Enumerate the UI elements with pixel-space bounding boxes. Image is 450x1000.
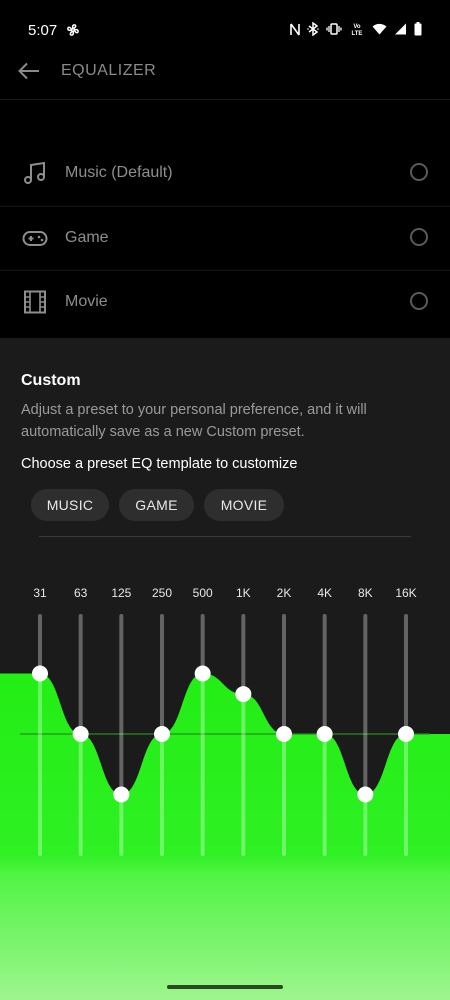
eq-slider-handle[interactable]	[235, 686, 252, 703]
fan-icon	[66, 23, 80, 42]
eq-slider-handle[interactable]	[316, 726, 333, 742]
preset-item-movie[interactable]: Movie	[0, 271, 450, 335]
eq-band-label: 31	[33, 586, 47, 600]
eq-band-label: 4K	[317, 586, 332, 600]
nfc-icon	[290, 23, 300, 36]
preset-item-game[interactable]: Game	[0, 207, 450, 271]
vibrate-icon	[326, 23, 342, 35]
preset-label: Game	[65, 229, 109, 246]
battery-icon	[414, 22, 422, 36]
app-header: EQUALIZER	[0, 60, 450, 100]
chip-music[interactable]: MUSIC	[31, 489, 109, 521]
eq-slider-handle[interactable]	[72, 726, 89, 742]
eq-curve-fill	[0, 673, 450, 1000]
eq-band-label: 2K	[277, 586, 292, 600]
custom-panel: 31 63 125 250 500 1K 2K 4K 8K 16K Custom Adjust a…	[0, 338, 450, 1000]
eq-slider-handle[interactable]	[113, 786, 130, 803]
choose-template-label: Choose a preset EQ template to customize	[21, 456, 298, 472]
eq-band-label: 63	[74, 586, 88, 600]
header-divider	[0, 99, 450, 100]
preset-item-music[interactable]: Music (Default)	[0, 142, 450, 206]
eq-slider-handle[interactable]	[398, 726, 414, 742]
preset-label: Music (Default)	[65, 164, 173, 181]
eq-slider-handle[interactable]	[154, 726, 170, 742]
svg-text:Vo: Vo	[353, 24, 361, 30]
back-button[interactable]	[18, 60, 44, 82]
eq-slider-handle[interactable]	[32, 665, 48, 682]
status-icons: Vo LTE	[290, 22, 422, 36]
preset-radio[interactable]	[410, 163, 428, 181]
wifi-icon	[372, 23, 387, 35]
chip-game[interactable]: GAME	[119, 489, 194, 521]
eq-slider-handle[interactable]	[357, 786, 374, 803]
bluetooth-icon	[307, 22, 319, 36]
gamepad-icon	[22, 225, 48, 251]
chip-movie[interactable]: MOVIE	[204, 489, 284, 521]
eq-slider-handle[interactable]	[194, 665, 211, 682]
volte-icon: Vo LTE	[349, 22, 365, 36]
eq-band-label: 500	[193, 586, 213, 600]
eq-band-label: 16K	[395, 586, 416, 600]
page-title: EQUALIZER	[61, 62, 157, 79]
music-note-icon	[22, 160, 48, 186]
svg-text:LTE: LTE	[352, 31, 363, 36]
custom-description: Adjust a preset to your personal prefere…	[21, 402, 367, 440]
eq-band-label: 1K	[236, 586, 251, 600]
chips-divider	[39, 536, 411, 537]
eq-band-label: 8K	[358, 586, 373, 600]
eq-band-label: 125	[111, 586, 131, 600]
preset-radio[interactable]	[410, 292, 428, 310]
home-indicator[interactable]	[167, 985, 283, 989]
eq-band-label: 250	[152, 586, 172, 600]
status-bar: 5:07 Vo LTE	[0, 0, 450, 60]
film-icon	[22, 289, 48, 315]
eq-slider-handle[interactable]	[276, 726, 292, 742]
back-arrow-icon	[18, 62, 39, 80]
signal-icon	[394, 23, 407, 35]
custom-title: Custom	[21, 372, 81, 389]
preset-label: Movie	[65, 293, 108, 310]
status-time: 5:07	[28, 22, 58, 39]
preset-radio[interactable]	[410, 228, 428, 246]
